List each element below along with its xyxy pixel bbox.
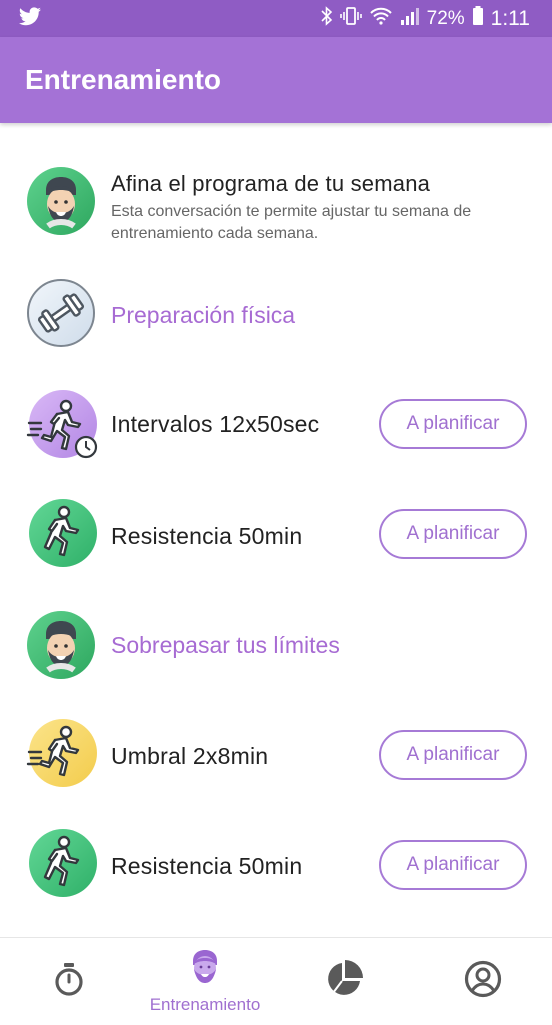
bottom-nav: Entrenamiento xyxy=(0,937,552,1024)
coach-avatar-icon xyxy=(26,610,96,680)
bluetooth-icon xyxy=(321,6,333,32)
session-row[interactable]: Resistencia 50min A planificar xyxy=(0,828,552,900)
section-sobrepasar: Sobrepasar tus límites xyxy=(0,610,552,682)
coach-icon xyxy=(187,949,223,992)
session-title: Resistencia 50min xyxy=(111,853,303,879)
nav-item-stats[interactable] xyxy=(314,938,374,1025)
nav-item-timer[interactable] xyxy=(40,938,98,1025)
twitter-icon xyxy=(18,7,42,32)
plan-button[interactable]: A planificar xyxy=(379,730,527,780)
plan-button[interactable]: A planificar xyxy=(379,840,527,890)
runner-icon xyxy=(26,498,97,568)
intro-row[interactable]: Afina el programa de tu semana Esta conv… xyxy=(0,165,552,243)
profile-icon xyxy=(464,960,502,1003)
vibrate-icon xyxy=(339,6,362,32)
session-title: Umbral 2x8min xyxy=(111,743,269,769)
section-preparacion: Preparación física xyxy=(0,277,552,349)
intro-subtitle: Esta conversación te permite ajustar tu … xyxy=(111,203,472,242)
section-title-sobrepasar: Sobrepasar tus límites xyxy=(111,632,340,658)
nav-label-entrenamiento: Entrenamiento xyxy=(149,994,261,1014)
session-row[interactable]: Umbral 2x8min A planificar xyxy=(0,718,552,790)
plan-button[interactable]: A planificar xyxy=(379,399,527,449)
signal-icon xyxy=(400,6,420,32)
app-bar: Entrenamiento xyxy=(0,37,552,123)
battery-percent: 72% xyxy=(426,8,465,29)
pie-chart-icon xyxy=(325,960,363,1003)
page-title: Entrenamiento xyxy=(25,64,222,95)
runner-icon xyxy=(26,718,97,788)
wifi-icon xyxy=(369,6,393,32)
nav-item-entrenamiento[interactable]: Entrenamiento xyxy=(130,938,280,1025)
clock-time: 1:11 xyxy=(490,7,530,30)
interval-runner-icon xyxy=(26,389,98,459)
plan-button[interactable]: A planificar xyxy=(379,509,527,559)
runner-icon xyxy=(26,828,97,898)
session-row[interactable]: Resistencia 50min A planificar xyxy=(0,498,552,570)
dumbbell-icon xyxy=(26,278,96,348)
section-title-preparacion: Preparación física xyxy=(111,302,296,328)
status-bar: 72% 1:11 xyxy=(0,0,552,37)
stopwatch-icon xyxy=(53,962,85,1001)
nav-item-profile[interactable] xyxy=(453,938,513,1025)
session-title: Intervalos 12x50sec xyxy=(111,411,320,437)
session-title: Resistencia 50min xyxy=(111,523,303,549)
intro-title: Afina el programa de tu semana xyxy=(111,171,431,196)
coach-avatar-icon xyxy=(26,166,96,236)
battery-icon xyxy=(472,6,484,32)
session-row[interactable]: Intervalos 12x50sec A planificar xyxy=(0,389,552,461)
